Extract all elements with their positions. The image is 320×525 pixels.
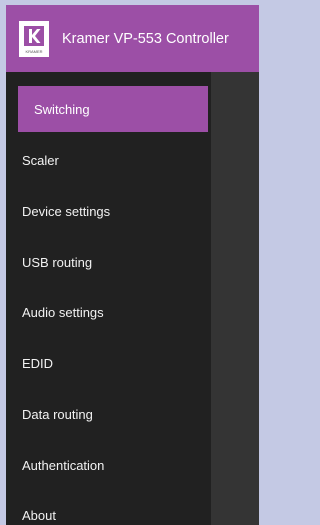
main-content bbox=[211, 72, 259, 525]
sidebar-item-label: Switching bbox=[34, 101, 90, 117]
sidebar-item-audio-settings[interactable]: Audio settings bbox=[6, 289, 211, 335]
app-window: KRAMER Kramer VP-553 Controller Switchin… bbox=[6, 5, 259, 525]
kramer-logo-mark bbox=[24, 25, 44, 46]
sidebar-item-authentication[interactable]: Authentication bbox=[6, 442, 211, 488]
sidebar-item-label: Device settings bbox=[22, 203, 111, 219]
sidebar-item-label: About bbox=[22, 507, 56, 523]
sidebar-item-label: USB routing bbox=[22, 254, 93, 270]
sidebar-item-label: EDID bbox=[22, 355, 54, 371]
k-letter-icon bbox=[29, 28, 41, 43]
sidebar-item-label: Scaler bbox=[22, 152, 59, 168]
sidebar-item-label: Authentication bbox=[22, 457, 105, 473]
kramer-logo: KRAMER bbox=[19, 20, 49, 57]
sidebar-nav: Switching Scaler Device settings USB rou… bbox=[6, 72, 211, 525]
page-title: Kramer VP-553 Controller bbox=[62, 30, 229, 47]
logo-text: KRAMER bbox=[25, 48, 43, 54]
sidebar-item-edid[interactable]: EDID bbox=[6, 340, 211, 386]
sidebar-item-switching[interactable]: Switching bbox=[18, 86, 208, 132]
sidebar-item-about[interactable]: About bbox=[6, 492, 211, 525]
sidebar-item-usb-routing[interactable]: USB routing bbox=[6, 239, 211, 285]
app-header: KRAMER Kramer VP-553 Controller bbox=[6, 5, 259, 72]
sidebar-item-scaler[interactable]: Scaler bbox=[6, 137, 211, 183]
sidebar-item-label: Data routing bbox=[22, 406, 93, 422]
sidebar-item-device-settings[interactable]: Device settings bbox=[6, 188, 211, 234]
sidebar-item-data-routing[interactable]: Data routing bbox=[6, 391, 211, 437]
sidebar-item-label: Audio settings bbox=[22, 304, 104, 320]
